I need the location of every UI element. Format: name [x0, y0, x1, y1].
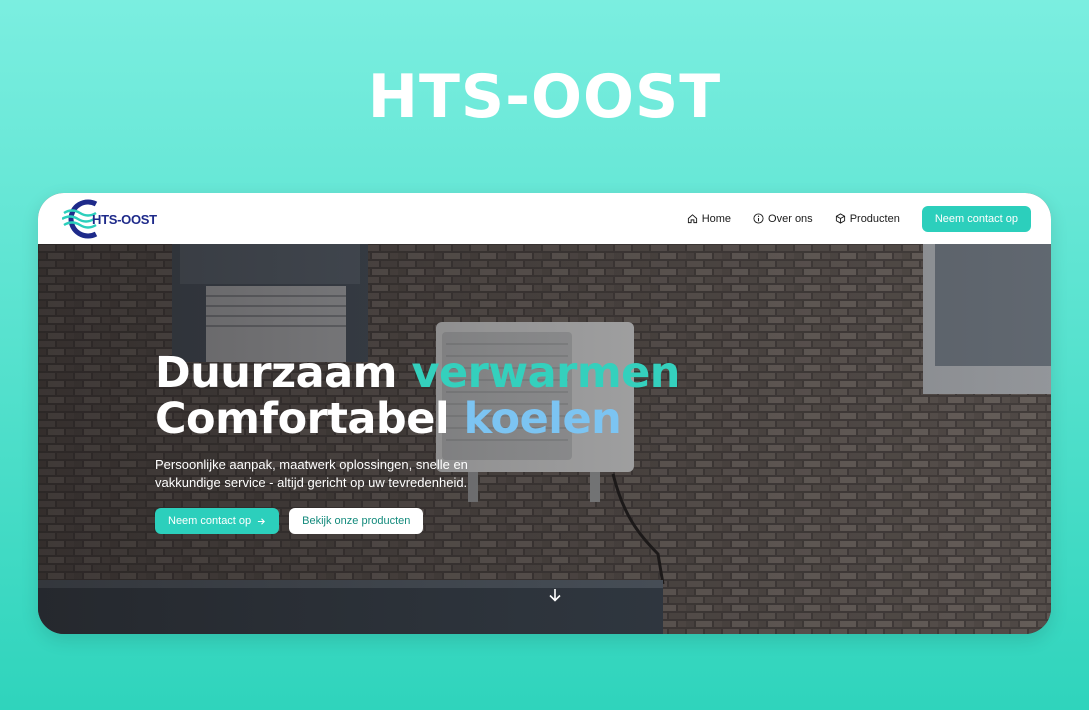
nav-item-label: Producten: [849, 212, 900, 225]
hero-title-plain: Comfortabel: [155, 394, 464, 444]
view-products-button[interactable]: Bekijk onze producten: [289, 508, 424, 534]
hero-title-accent: verwarmen: [411, 348, 680, 398]
home-icon: [687, 214, 697, 224]
arrow-down-icon[interactable]: [547, 587, 563, 603]
nav-item-over-ons[interactable]: Over ons: [753, 213, 813, 225]
logo-text: HTS-OOST: [92, 212, 157, 227]
nav-contact-button[interactable]: Neem contact op: [921, 205, 1031, 232]
site-logo[interactable]: HTS-OOST: [61, 199, 182, 239]
box-icon: [835, 213, 845, 224]
hero-title-line-2: Comfortabel koelen: [155, 396, 680, 442]
nav-item-producten[interactable]: Producten: [835, 213, 900, 225]
nav-links: Home Over ons Producten Neem contact op: [687, 193, 1031, 244]
hero-buttons: Neem contact op Bekijk onze producten: [155, 508, 424, 534]
info-icon: [753, 213, 764, 224]
website-preview: HTS-OOST Home Over ons Producten Neem co…: [38, 193, 1051, 634]
hero-section: Duurzaam verwarmen Comfortabel koelen Pe…: [38, 244, 1051, 634]
nav-item-label: Home: [701, 212, 732, 225]
contact-button[interactable]: Neem contact op: [155, 508, 280, 534]
nav-item-label: Over ons: [768, 212, 813, 225]
page-title: HTS-OOST: [367, 62, 722, 132]
contact-button-label: Neem contact op: [168, 515, 252, 527]
nav-item-home[interactable]: Home: [687, 213, 731, 225]
hero-title-plain: Duurzaam: [155, 348, 412, 398]
hero-subtitle: Persoonlijke aanpak, maatwerk oplossinge…: [155, 457, 468, 490]
hero-title: Duurzaam verwarmen Comfortabel koelen: [155, 350, 680, 442]
hero-title-line-1: Duurzaam verwarmen: [155, 350, 680, 396]
navbar: HTS-OOST Home Over ons Producten Neem co…: [38, 193, 1051, 244]
hero-title-accent: koelen: [463, 394, 622, 444]
arrow-right-icon: [258, 517, 266, 525]
